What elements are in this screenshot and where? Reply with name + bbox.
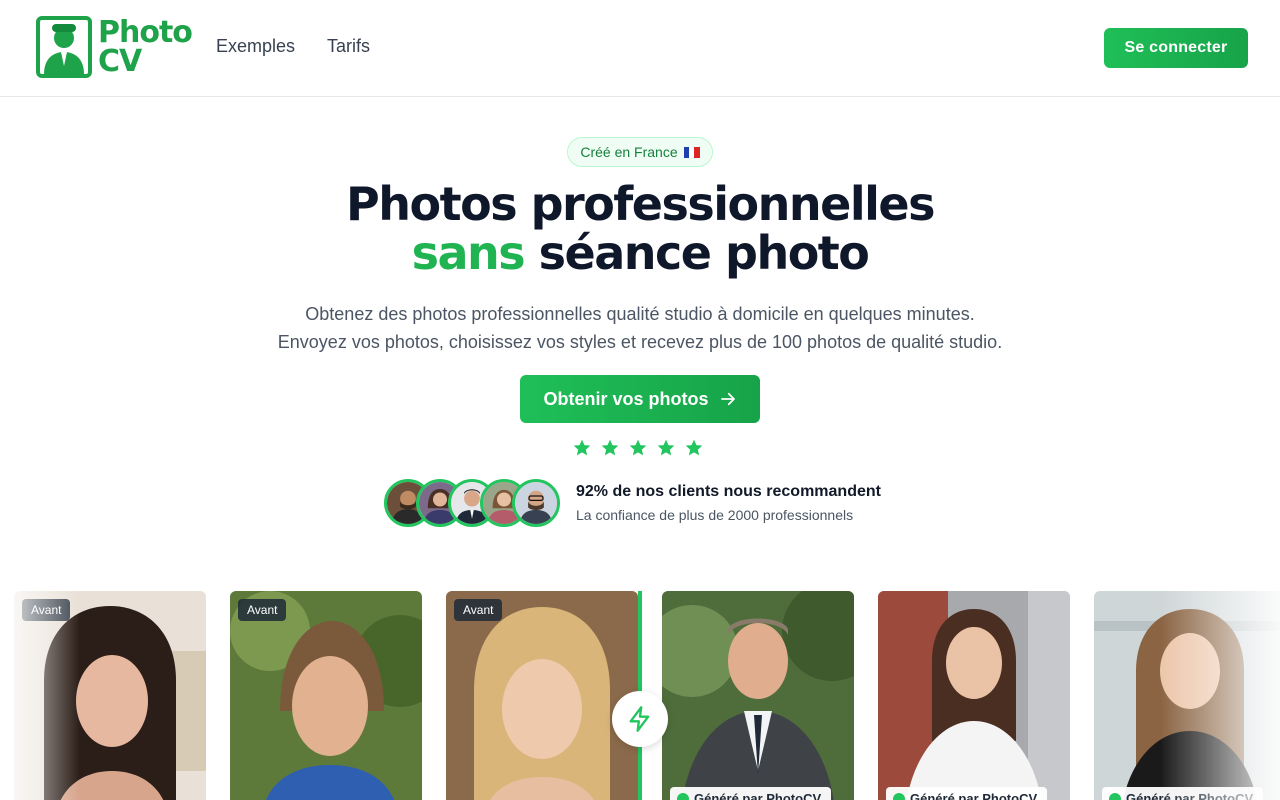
france-flag-icon [683, 146, 700, 158]
rating-stars [572, 438, 704, 458]
star-icon [601, 439, 619, 456]
main-nav: Exemples Tarifs [216, 36, 370, 57]
star-icon [573, 439, 591, 456]
hero-title-line2: sans séance photo [0, 229, 1280, 278]
before-after-gallery: Avant Avant Avant Généré par PhotoCV Gén… [0, 591, 1280, 800]
get-photos-button[interactable]: Obtenir vos photos [520, 375, 760, 423]
before-label: Avant [22, 599, 71, 621]
star-icon [657, 439, 675, 456]
person-icon [36, 16, 92, 78]
hero-subtitle: Obtenez des photos professionnelles qual… [0, 300, 1280, 356]
photocv-logo[interactable]: Photo CV [36, 16, 193, 80]
badge-label: Créé en France [580, 144, 678, 160]
generated-badge: Généré par PhotoCV [1102, 787, 1264, 800]
client-avatars [384, 479, 564, 527]
made-in-france-badge: Créé en France [567, 137, 713, 167]
before-label: Avant [238, 599, 287, 621]
generated-badge: Généré par PhotoCV [670, 787, 832, 800]
logo-wordmark: Photo CV [98, 15, 193, 79]
nav-tarifs[interactable]: Tarifs [327, 36, 370, 57]
generated-badge: Généré par PhotoCV [886, 787, 1048, 800]
hero-subtitle-line1: Obtenez des photos professionnelles qual… [305, 304, 975, 324]
after-photo: Généré par PhotoCV [662, 591, 854, 800]
hero-title: Photos professionnelles sans séance phot… [0, 180, 1280, 278]
trust-text: La confiance de plus de 2000 professionn… [576, 507, 854, 523]
hero-title-highlight: sans [411, 226, 526, 280]
lightning-icon [629, 706, 650, 732]
before-label: Avant [454, 599, 503, 621]
hero-title-line2-rest: séance photo [524, 226, 870, 280]
get-photos-label: Obtenir vos photos [543, 388, 709, 409]
star-icon [685, 439, 703, 456]
site-header: Photo CV Exemples Tarifs Se connecter [0, 0, 1280, 97]
arrow-right-icon [720, 392, 735, 406]
hero-title-line1: Photos professionnelles [346, 177, 935, 231]
before-photo: Avant [446, 591, 638, 800]
star-icon [629, 439, 647, 456]
login-button[interactable]: Se connecter [1104, 28, 1248, 68]
before-photo: Avant [14, 591, 206, 800]
recommend-stat: 92% de nos clients nous recommandent [576, 483, 881, 500]
after-photo: Généré par PhotoCV [1094, 591, 1280, 800]
avatar [512, 479, 560, 527]
before-photo: Avant [230, 591, 422, 800]
after-photo: Généré par PhotoCV [878, 591, 1070, 800]
nav-exemples[interactable]: Exemples [216, 36, 295, 57]
hero-subtitle-line2: Envoyez vos photos, choisissez vos style… [277, 332, 1003, 352]
transform-toggle[interactable] [612, 691, 668, 747]
